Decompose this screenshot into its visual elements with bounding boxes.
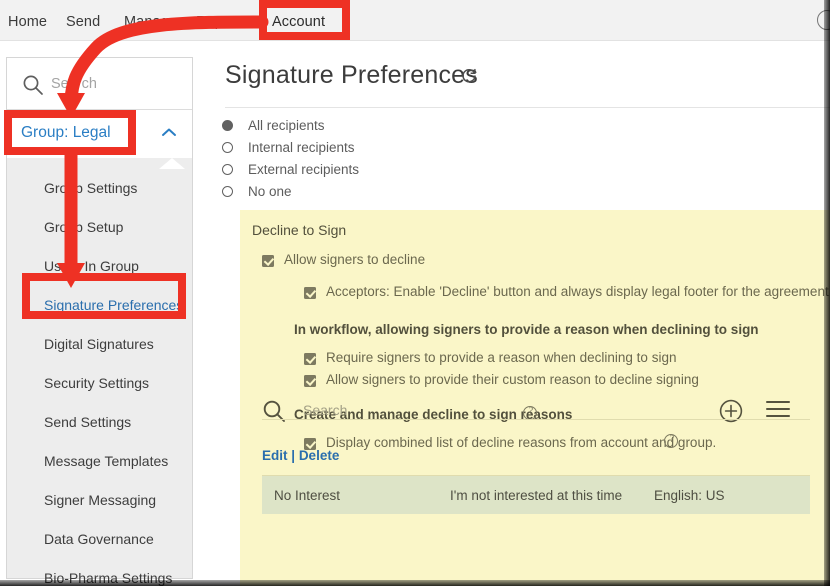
nav-item-reports[interactable]: Reports [196, 14, 247, 30]
radio-indicator [222, 186, 233, 197]
sidebar-item-label: Group Settings [44, 180, 137, 196]
table-row[interactable]: No Interest I'm not interested at this t… [262, 476, 810, 514]
allow-decline-checkbox[interactable] [262, 255, 274, 267]
radio-indicator [222, 164, 233, 175]
decline-to-sign-panel: Decline to Sign Allow signers to decline… [240, 210, 830, 586]
sidebar-item-label: Digital Signatures [44, 336, 154, 352]
radio-label: External recipients [248, 162, 359, 177]
acceptors-label: Acceptors: Enable 'Decline' button and a… [326, 284, 829, 299]
window-frame-bottom [0, 580, 830, 586]
sidebar-item-label: Send Settings [44, 414, 131, 430]
app-window: Home Send Manage Reports Account Search … [0, 0, 830, 586]
edit-link[interactable]: Edit [262, 448, 288, 463]
delete-link[interactable]: Delete [299, 448, 340, 463]
require-reason-checkbox[interactable] [304, 353, 316, 365]
main-content: Signature Preferences All recipients Int… [210, 45, 830, 586]
plus-circle-icon[interactable] [718, 398, 744, 429]
radio-indicator [222, 120, 233, 131]
custom-reason-checkbox[interactable] [304, 375, 316, 387]
custom-reason-label: Allow signers to provide their custom re… [326, 372, 699, 387]
sidebar-item-data-governance[interactable]: Data Governance [7, 520, 192, 559]
sidebar-search-box[interactable]: Search [7, 58, 192, 110]
help-icon[interactable]: ? [664, 434, 678, 448]
nav-item-send[interactable]: Send [66, 14, 100, 30]
sidebar-item-signer-messaging[interactable]: Signer Messaging [7, 481, 192, 520]
sidebar-item-label: Data Governance [44, 531, 154, 547]
window-frame-right [824, 0, 830, 586]
help-icon[interactable]: ? [523, 406, 537, 420]
sidebar-item-label: Signer Messaging [44, 492, 156, 508]
edit-delete-actions: Edit | Delete [262, 448, 339, 463]
top-navigation-bar: Home Send Manage Reports Account [0, 0, 830, 41]
title-divider [225, 107, 830, 108]
sidebar-item-digital-signatures[interactable]: Digital Signatures [7, 325, 192, 364]
radio-label: No one [248, 184, 292, 199]
nav-item-manage[interactable]: Manage [124, 14, 177, 30]
refresh-icon[interactable] [460, 67, 478, 90]
require-reason-label: Require signers to provide a reason when… [326, 350, 676, 365]
reason-text-cell: I'm not interested at this time [450, 488, 622, 503]
annotation-box-group-legal [4, 110, 136, 155]
annotation-box-signature-preferences [22, 273, 186, 319]
radio-label: All recipients [248, 118, 325, 133]
sidebar-item-security-settings[interactable]: Security Settings [7, 364, 192, 403]
sidebar-group-notch [159, 158, 185, 169]
sidebar-item-group-settings[interactable]: Group Settings [7, 169, 192, 208]
reason-language-cell: English: US [654, 488, 725, 503]
action-separator: | [291, 448, 295, 463]
radio-indicator [222, 142, 233, 153]
sidebar-item-label: Users In Group [44, 258, 139, 274]
allow-decline-label: Allow signers to decline [284, 252, 425, 267]
sidebar-item-group-setup[interactable]: Group Setup [7, 208, 192, 247]
page-title: Signature Preferences [225, 61, 478, 90]
workflow-heading: In workflow, allowing signers to provide… [294, 322, 759, 337]
nav-item-home[interactable]: Home [8, 14, 47, 30]
search-icon [22, 74, 44, 101]
search-icon[interactable] [262, 399, 286, 428]
sidebar-search-placeholder: Search [51, 76, 97, 92]
reason-name-cell: No Interest [274, 488, 340, 503]
decline-panel-heading: Decline to Sign [252, 222, 346, 238]
sidebar-item-message-templates[interactable]: Message Templates [7, 442, 192, 481]
combined-list-label: Display combined list of decline reasons… [326, 435, 716, 450]
search-divider [262, 419, 810, 420]
decline-reasons-search-placeholder[interactable]: Search [303, 402, 347, 418]
chevron-up-icon[interactable] [160, 126, 178, 145]
sidebar-item-send-settings[interactable]: Send Settings [7, 403, 192, 442]
acceptors-checkbox[interactable] [304, 287, 316, 299]
annotation-box-account [259, 0, 350, 40]
sidebar-item-label: Message Templates [44, 453, 168, 469]
sidebar-item-label: Security Settings [44, 375, 149, 391]
sidebar-item-label: Group Setup [44, 219, 123, 235]
radio-label: Internal recipients [248, 140, 355, 155]
